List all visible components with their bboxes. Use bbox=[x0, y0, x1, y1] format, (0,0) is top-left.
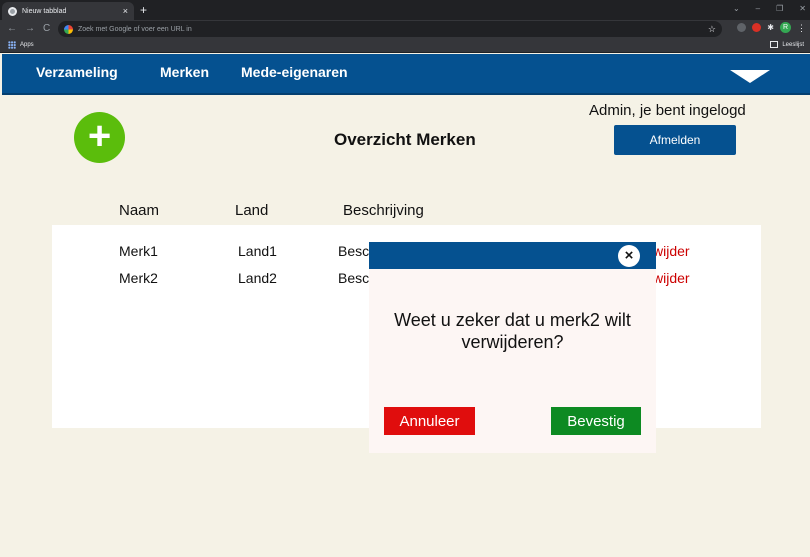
cancel-button[interactable]: Annuleer bbox=[384, 407, 475, 435]
shield-extension-icon[interactable] bbox=[737, 23, 747, 32]
login-status: Admin, je bent ingelogd bbox=[589, 102, 746, 119]
profile-avatar[interactable]: R bbox=[780, 22, 791, 33]
address-placeholder: Zoek met Google of voer een URL in bbox=[78, 25, 192, 33]
nav-item-mede-eigenaren[interactable]: Mede-eigenaren bbox=[241, 64, 348, 80]
apps-bookmark[interactable]: Apps bbox=[8, 41, 34, 49]
tab-close-icon[interactable]: × bbox=[123, 6, 128, 16]
back-icon[interactable]: ← bbox=[7, 22, 17, 36]
page-title: Overzicht Merken bbox=[334, 130, 476, 149]
bookmark-star-icon[interactable]: ☆ bbox=[708, 22, 716, 36]
tab-search-icon[interactable]: ⌄ bbox=[733, 2, 740, 16]
bookmarks-bar: Apps Leeslijst bbox=[0, 38, 810, 53]
column-header-naam: Naam bbox=[119, 202, 160, 219]
tab-title: Nieuw tabblad bbox=[22, 7, 67, 15]
browser-toolbar: ← → C Zoek met Google of voer een URL in… bbox=[0, 20, 810, 38]
minimize-button[interactable]: – bbox=[756, 2, 760, 16]
browser-tabstrip: Nieuw tabblad × + ⌄ – ❐ ✕ bbox=[0, 0, 810, 20]
add-brand-button[interactable]: + bbox=[74, 112, 125, 163]
apps-grid-icon bbox=[8, 41, 16, 49]
main-navbar: Verzameling Merken Mede-eigenaren bbox=[2, 54, 810, 95]
address-bar[interactable]: Zoek met Google of voer een URL in ☆ bbox=[58, 21, 722, 37]
dialog-header: × bbox=[369, 242, 656, 269]
extensions-area: ✱ R ⋮ bbox=[737, 22, 806, 33]
red-extension-icon[interactable] bbox=[752, 23, 762, 32]
reading-list-button[interactable]: Leeslijst bbox=[770, 41, 804, 48]
column-header-land: Land bbox=[235, 202, 269, 219]
cell-beschrijving: Besc bbox=[338, 270, 370, 286]
google-icon bbox=[64, 24, 73, 34]
dialog-message: Weet u zeker dat u merk2 wilt verwijdere… bbox=[394, 310, 631, 352]
logout-button[interactable]: Afmelden bbox=[614, 125, 736, 155]
close-icon[interactable]: × bbox=[618, 245, 640, 267]
cell-naam: Merk2 bbox=[119, 270, 158, 286]
delete-link[interactable]: wijder bbox=[653, 243, 690, 259]
nav-item-merken[interactable]: Merken bbox=[160, 64, 209, 80]
cell-beschrijving: Besc bbox=[338, 243, 370, 259]
reading-list-label: Leeslijst bbox=[782, 41, 804, 48]
new-tab-button[interactable]: + bbox=[140, 3, 147, 17]
cell-land: Land2 bbox=[238, 270, 277, 286]
browser-tab[interactable]: Nieuw tabblad × bbox=[2, 2, 134, 20]
forward-icon[interactable]: → bbox=[25, 22, 35, 36]
puzzle-icon[interactable]: ✱ bbox=[767, 23, 774, 32]
cell-land: Land1 bbox=[238, 243, 277, 259]
nav-item-verzameling[interactable]: Verzameling bbox=[36, 64, 118, 80]
apps-label: Apps bbox=[20, 42, 34, 48]
dropdown-chevron-icon[interactable] bbox=[730, 70, 770, 83]
maximize-button[interactable]: ❐ bbox=[776, 2, 783, 16]
plus-icon: + bbox=[87, 114, 112, 158]
reload-icon[interactable]: C bbox=[43, 22, 50, 36]
window-controls: ⌄ – ❐ ✕ bbox=[733, 2, 806, 16]
delete-confirm-dialog: × Weet u zeker dat u merk2 wilt verwijde… bbox=[369, 242, 656, 453]
cell-naam: Merk1 bbox=[119, 243, 158, 259]
delete-link[interactable]: wijder bbox=[653, 270, 690, 286]
confirm-button[interactable]: Bevestig bbox=[551, 407, 641, 435]
close-window-button[interactable]: ✕ bbox=[799, 2, 806, 16]
browser-menu-icon[interactable]: ⋮ bbox=[797, 23, 806, 33]
column-header-beschrijving: Beschrijving bbox=[343, 202, 424, 219]
chrome-icon bbox=[8, 6, 17, 16]
reading-list-icon bbox=[770, 41, 779, 48]
